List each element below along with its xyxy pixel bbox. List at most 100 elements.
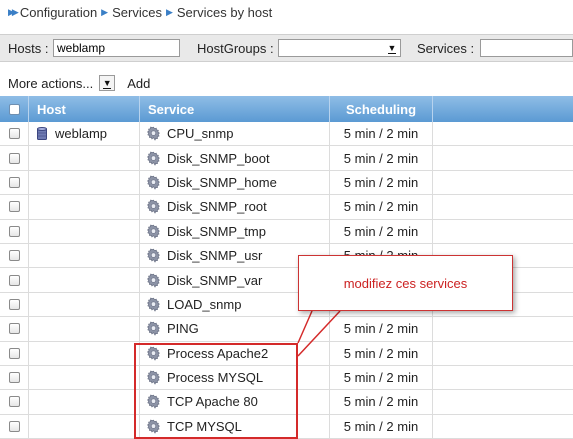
service-cell[interactable]: Disk_SNMP_root: [140, 195, 330, 219]
column-header-host[interactable]: Host: [29, 96, 140, 122]
row-checkbox[interactable]: [8, 298, 20, 310]
select-all-checkbox[interactable]: [8, 103, 20, 115]
hosts-filter-label: Hosts :: [8, 41, 49, 56]
service-name[interactable]: LOAD_snmp: [167, 297, 241, 312]
table-header: Host Service Scheduling: [0, 96, 573, 122]
breadcrumb-item-configuration[interactable]: Configuration: [20, 5, 97, 20]
table-row[interactable]: Disk_SNMP_boot 5 min / 2 min: [0, 146, 573, 171]
filler-cell: [433, 146, 573, 169]
table-row[interactable]: weblamp CPU_snmp 5 min / 2 min: [0, 122, 573, 147]
row-checkbox[interactable]: [8, 323, 20, 335]
scheduling-cell: 5 min / 2 min: [330, 317, 433, 341]
row-select-cell: [0, 122, 29, 146]
gear-icon: [147, 151, 160, 166]
row-checkbox[interactable]: [8, 250, 20, 262]
breadcrumb-item-services[interactable]: Services: [112, 5, 162, 20]
triangle-right-icon: ▶: [165, 6, 173, 17]
row-select-cell: [0, 365, 29, 390]
service-cell[interactable]: CPU_snmp: [140, 122, 330, 146]
filler-cell: [433, 195, 573, 218]
filler-cell: [433, 220, 573, 243]
row-checkbox[interactable]: [8, 396, 20, 408]
row-select-cell: [0, 317, 29, 341]
table-row[interactable]: Disk_SNMP_tmp 5 min / 2 min: [0, 219, 573, 244]
actions-bar: More actions... ▼ Add: [8, 74, 150, 92]
scheduling-cell: 5 min / 2 min: [330, 390, 433, 414]
column-header-filler: [433, 96, 573, 122]
filler-cell: [433, 317, 573, 340]
scheduling-value: 5 min / 2 min: [343, 150, 419, 166]
row-checkbox[interactable]: [8, 274, 20, 286]
scheduling-cell: 5 min / 2 min: [330, 341, 433, 365]
host-cell[interactable]: [29, 414, 140, 439]
host-cell[interactable]: [29, 195, 140, 219]
host-cell[interactable]: [29, 268, 140, 292]
service-name[interactable]: Disk_SNMP_root: [167, 199, 267, 214]
gear-icon: [147, 248, 160, 263]
host-cell[interactable]: [29, 341, 140, 365]
hostgroups-filter-label: HostGroups :: [197, 41, 274, 56]
add-link[interactable]: Add: [127, 76, 150, 91]
row-checkbox[interactable]: [8, 152, 20, 164]
host-cell[interactable]: [29, 146, 140, 170]
row-select-cell: [0, 170, 29, 195]
chevron-down-icon: ▼: [100, 76, 114, 90]
host-cell[interactable]: [29, 390, 140, 414]
row-checkbox[interactable]: [8, 201, 20, 213]
service-cell[interactable]: Disk_SNMP_tmp: [140, 219, 330, 243]
host-cell[interactable]: [29, 243, 140, 268]
table-row[interactable]: Disk_SNMP_root 5 min / 2 min: [0, 195, 573, 220]
filler-cell: [433, 390, 573, 413]
gear-icon: [147, 175, 160, 190]
gear-icon: [147, 297, 160, 312]
scheduling-cell: 5 min / 2 min: [330, 170, 433, 195]
row-select-cell: [0, 292, 29, 317]
breadcrumb-item-services-by-host[interactable]: Services by host: [177, 5, 272, 20]
gear-icon: [147, 321, 160, 337]
row-select-cell: [0, 268, 29, 292]
host-cell[interactable]: [29, 317, 140, 341]
row-checkbox[interactable]: [8, 420, 20, 432]
service-name[interactable]: Disk_SNMP_var: [167, 273, 262, 288]
hostgroups-select[interactable]: ▼: [278, 39, 401, 57]
scheduling-value: 5 min / 2 min: [343, 126, 419, 142]
service-cell[interactable]: Disk_SNMP_home: [140, 170, 330, 195]
service-name[interactable]: Disk_SNMP_tmp: [167, 224, 266, 239]
service-name[interactable]: Disk_SNMP_home: [167, 175, 277, 190]
row-select-cell: [0, 390, 29, 414]
scheduling-value: 5 min / 2 min: [343, 394, 419, 410]
row-checkbox[interactable]: [8, 347, 20, 359]
service-name[interactable]: Disk_SNMP_usr: [167, 248, 262, 263]
host-cell[interactable]: [29, 170, 140, 195]
service-cell[interactable]: Disk_SNMP_boot: [140, 146, 330, 170]
host-cell[interactable]: [29, 292, 140, 317]
host-cell[interactable]: [29, 365, 140, 390]
row-checkbox[interactable]: [8, 225, 20, 237]
service-name[interactable]: PING: [167, 321, 199, 336]
service-name[interactable]: CPU_snmp: [167, 126, 233, 141]
row-checkbox[interactable]: [8, 372, 20, 384]
table-row[interactable]: Disk_SNMP_home 5 min / 2 min: [0, 170, 573, 196]
host-name[interactable]: weblamp: [55, 126, 107, 141]
table-row[interactable]: PING 5 min / 2 min: [0, 317, 573, 342]
scheduling-cell: 5 min / 2 min: [330, 146, 433, 170]
hosts-filter-input[interactable]: [53, 39, 180, 57]
scheduling-value: 5 min / 2 min: [343, 321, 419, 337]
row-select-cell: [0, 195, 29, 219]
services-filter-input[interactable]: [480, 39, 573, 57]
host-cell[interactable]: weblamp: [29, 122, 140, 146]
service-cell[interactable]: PING: [140, 317, 330, 341]
scheduling-value: 5 min / 2 min: [343, 199, 419, 215]
row-checkbox[interactable]: [8, 128, 20, 140]
column-header-service[interactable]: Service: [140, 96, 330, 122]
more-actions-dropdown[interactable]: ▼: [99, 75, 116, 91]
annotation-text: modifiez ces services: [343, 275, 468, 291]
column-header-scheduling[interactable]: Scheduling: [330, 96, 433, 122]
scheduling-cell: 5 min / 2 min: [330, 414, 433, 439]
filler-cell: [433, 342, 573, 365]
service-name[interactable]: Disk_SNMP_boot: [167, 151, 270, 166]
host-cell[interactable]: [29, 219, 140, 243]
row-checkbox[interactable]: [8, 176, 20, 188]
triangle-right-icon: ▶: [101, 6, 109, 17]
row-select-cell: [0, 243, 29, 268]
